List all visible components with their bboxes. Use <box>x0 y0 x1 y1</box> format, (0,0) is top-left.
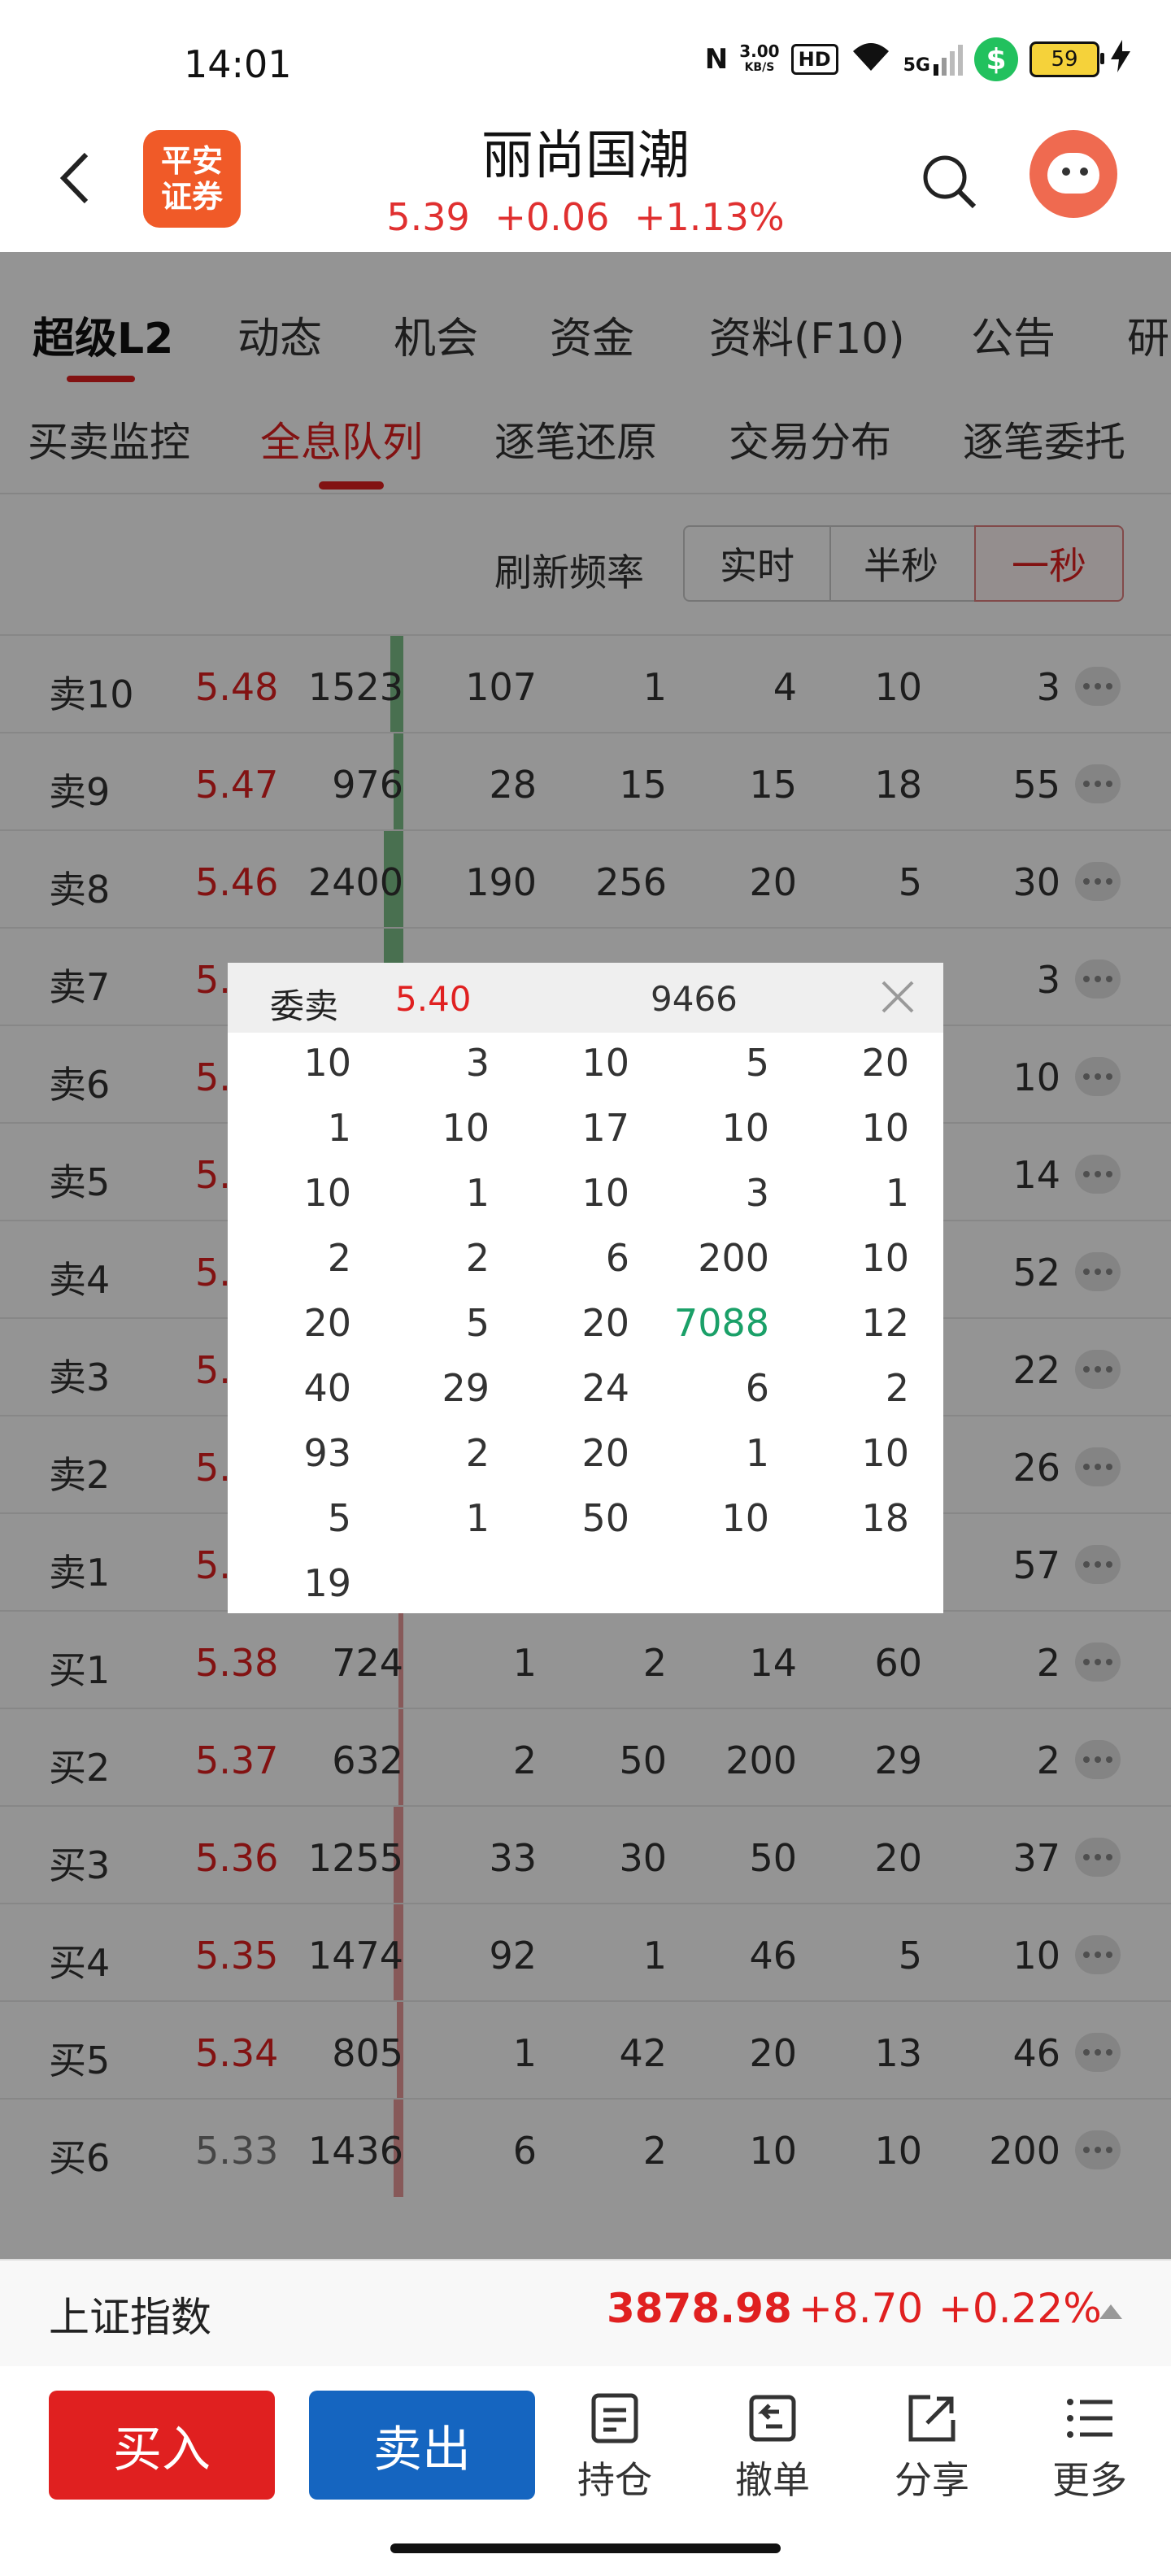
share-label: 分享 <box>895 2458 969 2502</box>
popup-header: 委卖 5.40 9466 <box>228 963 943 1033</box>
index-change: +8.70 <box>799 2285 924 2332</box>
queued-order: 10 <box>861 1236 909 1280</box>
queued-order: 2 <box>465 1236 490 1280</box>
stock-change: +0.06 <box>494 195 610 239</box>
queued-order: 6 <box>745 1366 769 1410</box>
assistant-avatar[interactable] <box>1030 130 1117 218</box>
queued-order: 5 <box>745 1041 769 1085</box>
battery-indicator: 59 <box>1030 41 1104 77</box>
wechat-pay-icon: $ <box>974 37 1018 81</box>
queued-order: 29 <box>442 1366 490 1410</box>
queued-order: 10 <box>581 1171 629 1215</box>
expand-up-icon[interactable] <box>1099 2304 1122 2319</box>
stock-name: 丽尚国潮 <box>481 126 690 186</box>
queued-order: 93 <box>303 1431 351 1475</box>
index-change-pct: +0.22% <box>938 2285 1102 2332</box>
cancel-order-button[interactable]: 撤单 <box>724 2392 821 2504</box>
queued-order: 20 <box>303 1301 351 1345</box>
nfc-icon: N <box>704 43 729 76</box>
share-button[interactable]: 分享 <box>883 2392 981 2504</box>
queued-order: 12 <box>861 1301 909 1345</box>
stock-price: 5.39 <box>386 195 470 239</box>
queued-order: 18 <box>861 1496 909 1540</box>
popup-price: 5.40 <box>395 979 472 1019</box>
search-icon[interactable] <box>919 151 979 211</box>
queued-order: 6 <box>605 1236 629 1280</box>
queued-order: 17 <box>581 1106 629 1150</box>
queued-order: 10 <box>442 1106 490 1150</box>
queued-order: 10 <box>721 1106 769 1150</box>
queued-order: 40 <box>303 1366 351 1410</box>
stock-change-pct: +1.13% <box>633 195 785 239</box>
more-label: 更多 <box>1052 2458 1127 2502</box>
holdings-label: 持仓 <box>577 2458 652 2502</box>
queued-order: 10 <box>303 1171 351 1215</box>
queued-order: 1 <box>327 1106 351 1150</box>
popup-title: 委卖 <box>270 986 339 1026</box>
holdings-button[interactable]: 持仓 <box>566 2392 664 2504</box>
sell-button[interactable]: 卖出 <box>309 2391 535 2500</box>
hd-badge: HD <box>790 44 838 75</box>
queued-order: 2 <box>885 1366 909 1410</box>
queued-order: 10 <box>861 1431 909 1475</box>
queued-order: 10 <box>861 1106 909 1150</box>
broker-logo: 平安 证券 <box>143 130 241 228</box>
queued-order: 2 <box>327 1236 351 1280</box>
queued-order: 1 <box>465 1171 490 1215</box>
queued-order: 20 <box>581 1431 629 1475</box>
home-indicator[interactable] <box>390 2543 781 2553</box>
queued-order: 10 <box>581 1041 629 1085</box>
index-value: 3878.98 <box>607 2285 792 2332</box>
queued-order: 200 <box>698 1236 769 1280</box>
queued-order: 20 <box>861 1041 909 1085</box>
queued-order: 5 <box>327 1496 351 1540</box>
popup-total: 9466 <box>651 979 738 1019</box>
status-time: 14:01 <box>184 42 292 86</box>
charging-icon <box>1111 39 1130 80</box>
queued-order: 20 <box>581 1301 629 1345</box>
queued-order: 2 <box>465 1431 490 1475</box>
share-icon <box>906 2392 958 2444</box>
queued-order: 1 <box>465 1496 490 1540</box>
queued-order: 7088 <box>673 1301 769 1345</box>
more-button[interactable]: 更多 <box>1041 2392 1138 2504</box>
signal-icon: 5G <box>903 43 963 76</box>
queued-order: 24 <box>581 1366 629 1410</box>
queued-order: 10 <box>721 1496 769 1540</box>
queued-order: 50 <box>581 1496 629 1540</box>
back-icon[interactable] <box>52 150 101 207</box>
status-bar: 14:01 N 3.00 KB/S HD 5G $ 59 <box>0 0 1171 130</box>
order-queue-popup: 委卖 5.40 9466 10 3 10 5 20 1 10 17 10 10 10 1 10 3 1 2 2 6… <box>228 963 943 1613</box>
queued-order: 3 <box>465 1041 490 1085</box>
wifi-icon <box>850 40 892 80</box>
status-icons: N 3.00 KB/S HD 5G $ 59 <box>705 37 1130 81</box>
queued-order: 1 <box>885 1171 909 1215</box>
buy-button[interactable]: 买入 <box>49 2391 275 2500</box>
stock-quote: 5.39 +0.06 +1.13% <box>358 195 813 239</box>
close-icon[interactable] <box>878 977 917 1016</box>
queued-order: 19 <box>303 1561 351 1605</box>
cancel-order-icon <box>747 2392 799 2444</box>
queued-order: 1 <box>745 1431 769 1475</box>
queued-order: 5 <box>465 1301 490 1345</box>
net-speed: 3.00 KB/S <box>739 41 780 74</box>
queued-order: 3 <box>745 1171 769 1215</box>
cancel-order-label: 撤单 <box>735 2458 810 2502</box>
more-icon <box>1064 2392 1116 2444</box>
holdings-icon <box>589 2392 641 2444</box>
queued-order: 10 <box>303 1041 351 1085</box>
index-name: 上证指数 <box>49 2294 211 2341</box>
